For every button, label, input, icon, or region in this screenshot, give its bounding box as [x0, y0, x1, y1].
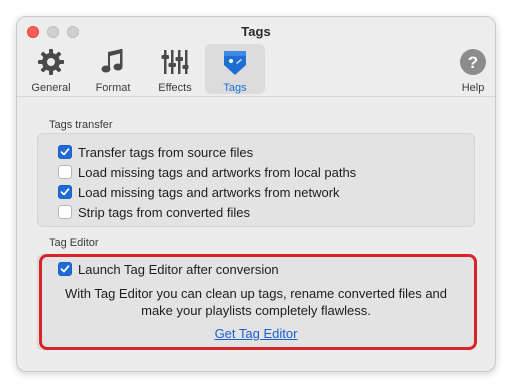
checkbox-unchecked[interactable] — [58, 165, 72, 179]
option-label: Launch Tag Editor after conversion — [78, 261, 279, 277]
checkbox-unchecked[interactable] — [58, 205, 72, 219]
toolbar-tags-label: Tags — [223, 82, 247, 94]
toolbar-effects-label: Effects — [158, 82, 192, 94]
option-strip-tags[interactable]: Strip tags from converted files — [58, 203, 250, 221]
tags-transfer-heading: Tags transfer — [49, 119, 113, 131]
tag-icon — [219, 46, 251, 78]
sliders-icon — [159, 46, 191, 78]
titlebar: Tags General Format Effects Tags ? Help — [17, 17, 495, 97]
toolbar-format[interactable]: Format — [83, 44, 143, 94]
toolbar-general[interactable]: General — [21, 44, 81, 94]
window-title: Tags — [241, 24, 271, 39]
preferences-window: Tags General Format Effects Tags ? Help … — [16, 16, 496, 372]
toolbar-effects[interactable]: Effects — [145, 44, 205, 94]
option-load-network[interactable]: Load missing tags and artworks from netw… — [58, 183, 340, 201]
toolbar-help[interactable]: ? Help — [443, 44, 495, 94]
tag-editor-description-1: With Tag Editor you can clean up tags, r… — [64, 286, 448, 301]
toolbar-help-label: Help — [461, 82, 485, 94]
option-label: Transfer tags from source files — [78, 144, 254, 160]
music-note-icon — [97, 46, 129, 78]
tag-editor-heading: Tag Editor — [49, 237, 99, 249]
option-label: Load missing tags and artworks from loca… — [78, 164, 357, 180]
question-icon: ? — [457, 46, 489, 78]
option-launch-tag-editor[interactable]: Launch Tag Editor after conversion — [58, 260, 279, 278]
option-label: Strip tags from converted files — [78, 204, 250, 220]
get-tag-editor-link[interactable]: Get Tag Editor — [215, 326, 298, 341]
gear-icon — [35, 46, 67, 78]
option-transfer-tags[interactable]: Transfer tags from source files — [58, 143, 253, 161]
toolbar-format-label: Format — [95, 82, 131, 94]
svg-text:?: ? — [468, 53, 478, 72]
checkbox-checked[interactable] — [58, 185, 72, 199]
option-load-local[interactable]: Load missing tags and artworks from loca… — [58, 163, 356, 181]
toolbar-general-label: General — [31, 82, 71, 94]
checkbox-checked[interactable] — [58, 145, 72, 159]
checkbox-checked[interactable] — [58, 262, 72, 276]
tag-editor-box: Launch Tag Editor after conversion With … — [37, 254, 475, 350]
tags-transfer-box: Transfer tags from source files Load mis… — [37, 133, 475, 227]
toolbar-tags[interactable]: Tags — [205, 44, 265, 94]
tag-editor-description-2: make your playlists completely flawless. — [141, 303, 371, 318]
option-label: Load missing tags and artworks from netw… — [78, 184, 340, 200]
